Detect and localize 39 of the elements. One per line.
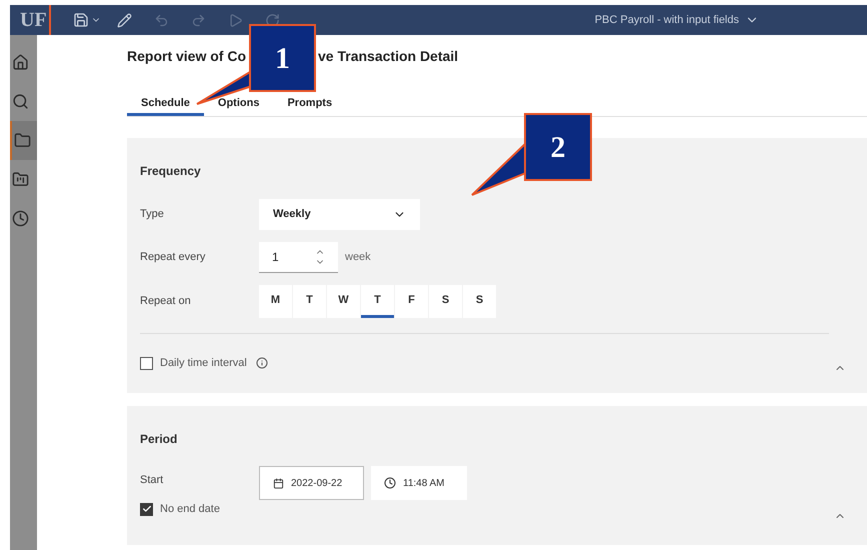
checkbox[interactable] [140,356,153,370]
calendar-icon [273,478,284,488]
home-icon [12,54,29,71]
field-label: Repeat on [140,294,192,310]
folder-icon [14,132,31,149]
report-title: ve Transaction Detail [318,46,458,66]
field-label: Start [140,472,164,488]
date-field[interactable]: 2022-09-22 [259,466,364,500]
checkbox-label: Daily time interval [160,356,247,371]
unit-label: week [345,250,371,266]
tab[interactable]: Options [204,93,274,116]
tab[interactable]: Prompts [273,93,346,116]
checkbox[interactable] [140,502,153,516]
clock-icon [384,477,396,489]
info-icon[interactable] [256,357,268,369]
edit-icon[interactable] [116,12,132,28]
callout-badge: 1 [249,24,316,92]
recent-icon [12,210,29,227]
weekday-toggle[interactable]: S [429,285,462,318]
section-heading: Frequency [140,163,202,180]
time-field[interactable]: 11:48 AM [371,466,467,500]
search-icon [12,93,29,110]
report-title: Report view of Co [127,46,246,66]
sidebar-item[interactable] [10,121,37,160]
checkbox-label: No end date [160,502,220,517]
weekday-toggle[interactable]: T [293,285,326,318]
weekday-toggle[interactable]: W [327,285,360,318]
report-name-menu[interactable]: PBC Payroll - with input fields [594,12,759,28]
field-label: Repeat every [140,250,206,266]
callout-badge: 2 [524,113,592,181]
weekday-toggle[interactable]: S [463,285,496,318]
type-dropdown[interactable]: Weekly [259,199,420,230]
weekday-toggle[interactable]: T [361,285,394,318]
repeat-number-field[interactable]: 1 [259,242,338,273]
weekday-toggle[interactable]: F [395,285,428,318]
section-heading: Period [140,431,178,448]
save-icon[interactable] [72,12,89,28]
field-label: Type [140,207,165,222]
weekday-toggle[interactable]: M [259,285,292,318]
